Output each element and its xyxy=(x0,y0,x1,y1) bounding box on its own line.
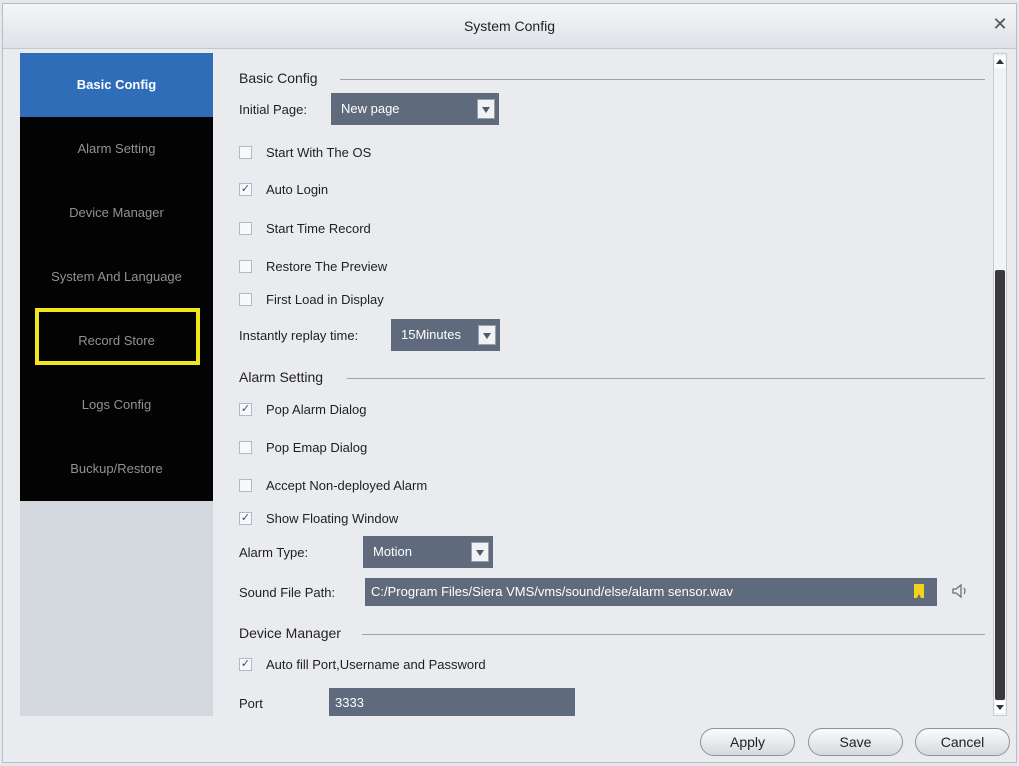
port-input[interactable]: 3333 xyxy=(329,688,575,716)
folder-icon[interactable] xyxy=(914,584,924,598)
section-heading-alarm-setting: Alarm Setting xyxy=(239,369,324,385)
alarm-type-value: Motion xyxy=(373,544,413,559)
restore-preview-label: Restore The Preview xyxy=(266,258,388,274)
scroll-up-icon[interactable] xyxy=(995,56,1005,68)
port-row: Port xyxy=(239,692,263,714)
start-time-record-label: Start Time Record xyxy=(266,220,371,236)
restore-preview-checkbox[interactable] xyxy=(239,259,252,273)
sidebar-item-basic-config[interactable]: Basic Config xyxy=(20,53,213,117)
chevron-down-icon[interactable] xyxy=(477,99,495,119)
replay-time-value: 15Minutes xyxy=(401,327,461,342)
accept-non-deployed-label: Accept Non-deployed Alarm xyxy=(266,477,428,493)
window-title: System Config xyxy=(463,18,556,34)
first-load-display-checkbox[interactable] xyxy=(239,292,252,306)
option-row: Pop Emap Dialog xyxy=(239,436,367,458)
first-load-display-label: First Load in Display xyxy=(266,291,384,307)
start-with-os-label: Start With The OS xyxy=(266,144,372,160)
section-divider xyxy=(340,79,985,80)
option-row: ✓ Show Floating Window xyxy=(239,507,398,529)
show-floating-window-checkbox[interactable]: ✓ xyxy=(239,511,252,525)
title-bar[interactable]: System Config ✕ xyxy=(3,4,1016,49)
chevron-down-icon[interactable] xyxy=(471,542,489,562)
start-with-os-checkbox[interactable] xyxy=(239,145,252,159)
sidebar-item-logs-config[interactable]: Logs Config xyxy=(20,373,213,437)
initial-page-label: Initial Page: xyxy=(239,101,307,117)
sidebar: Basic Config Alarm Setting Device Manage… xyxy=(20,53,213,716)
sidebar-item-alarm-setting[interactable]: Alarm Setting xyxy=(20,117,213,181)
close-icon[interactable]: ✕ xyxy=(990,14,1010,34)
alarm-type-select[interactable]: Motion xyxy=(363,536,493,568)
sound-path-label: Sound File Path: xyxy=(239,584,336,600)
accept-non-deployed-checkbox[interactable] xyxy=(239,478,252,492)
auto-fill-checkbox[interactable]: ✓ xyxy=(239,657,252,671)
pop-alarm-dialog-checkbox[interactable]: ✓ xyxy=(239,402,252,416)
alarm-type-label: Alarm Type: xyxy=(239,544,309,560)
option-row: ✓ Pop Alarm Dialog xyxy=(239,398,366,420)
scroll-down-icon[interactable] xyxy=(995,701,1005,713)
sidebar-item-system-and-language[interactable]: System And Language xyxy=(20,245,213,309)
show-floating-window-label: Show Floating Window xyxy=(266,510,399,526)
sound-file-path-input[interactable]: C:/Program Files/Siera VMS/vms/sound/els… xyxy=(365,578,937,606)
save-button[interactable]: Save xyxy=(808,728,903,756)
chevron-down-icon[interactable] xyxy=(478,325,496,345)
scroll-thumb[interactable] xyxy=(995,270,1005,700)
section-divider xyxy=(347,378,985,379)
section-heading-basic-config: Basic Config xyxy=(239,70,318,86)
pop-emap-dialog-label: Pop Emap Dialog xyxy=(266,439,368,455)
option-row: Accept Non-deployed Alarm xyxy=(239,474,427,496)
option-row: Start With The OS xyxy=(239,141,371,163)
section-heading-device-manager: Device Manager xyxy=(239,625,341,641)
vertical-scrollbar[interactable] xyxy=(993,53,1007,716)
pop-alarm-dialog-label: Pop Alarm Dialog xyxy=(266,401,367,417)
start-time-record-checkbox[interactable] xyxy=(239,221,252,235)
replay-time-label: Instantly replay time: xyxy=(239,327,359,343)
cancel-button[interactable]: Cancel xyxy=(915,728,1010,756)
apply-button[interactable]: Apply xyxy=(700,728,795,756)
sidebar-item-device-manager[interactable]: Device Manager xyxy=(20,181,213,245)
option-row: Restore The Preview xyxy=(239,255,387,277)
option-row: First Load in Display xyxy=(239,288,384,310)
sidebar-nav: Basic Config Alarm Setting Device Manage… xyxy=(20,53,213,501)
option-row: ✓ Auto fill Port,Username and Password xyxy=(239,653,486,675)
option-row: Start Time Record xyxy=(239,217,371,239)
auto-fill-label: Auto fill Port,Username and Password xyxy=(266,656,486,672)
initial-page-select[interactable]: New page xyxy=(331,93,499,125)
replay-time-row: Instantly replay time: xyxy=(239,324,358,346)
replay-time-select[interactable]: 15Minutes xyxy=(391,319,500,351)
option-row: ✓ Auto Login xyxy=(239,178,328,200)
settings-content: Basic Config Initial Page: New page Star… xyxy=(228,53,986,716)
initial-page-value: New page xyxy=(341,101,400,116)
sidebar-item-record-store[interactable]: Record Store xyxy=(20,309,213,373)
auto-login-checkbox[interactable]: ✓ xyxy=(239,182,252,196)
speaker-icon[interactable] xyxy=(950,581,970,601)
port-label: Port xyxy=(239,695,263,711)
initial-page-row: Initial Page: xyxy=(239,98,307,120)
sound-path-row: Sound File Path: xyxy=(239,581,335,603)
section-divider xyxy=(362,634,985,635)
pop-emap-dialog-checkbox[interactable] xyxy=(239,440,252,454)
alarm-type-row: Alarm Type: xyxy=(239,541,308,563)
sidebar-item-backup-restore[interactable]: Buckup/Restore xyxy=(20,437,213,501)
auto-login-label: Auto Login xyxy=(266,181,329,197)
